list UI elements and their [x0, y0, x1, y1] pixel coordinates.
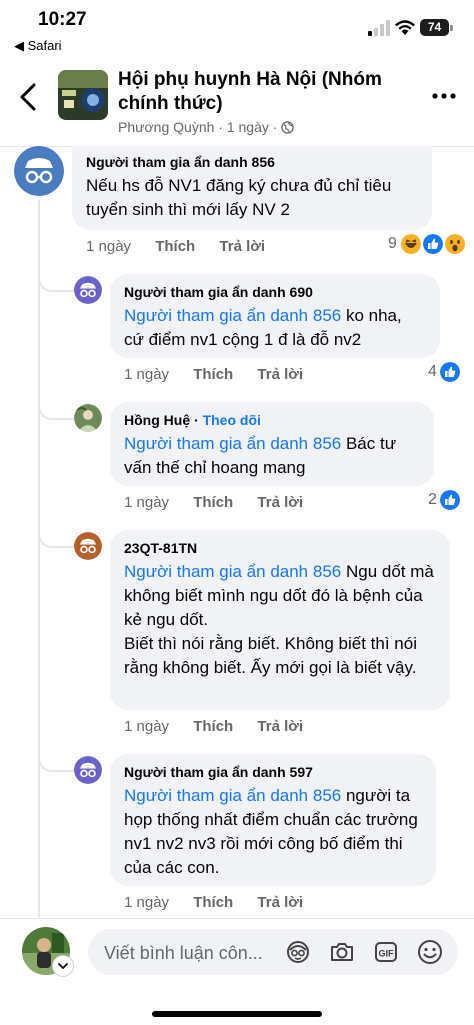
chevron-down-icon[interactable]	[52, 955, 74, 977]
mention-link[interactable]: Người tham gia ẩn danh 856	[124, 562, 341, 581]
reaction-count: 2	[428, 491, 437, 508]
like-reaction-icon	[439, 362, 460, 382]
comment-actions: 1 ngày Thích Trả lời	[124, 494, 323, 511]
post-meta: Phương Quỳnh · 1 ngày ·	[118, 119, 295, 135]
camera-icon[interactable]	[328, 938, 356, 966]
reply-action[interactable]: Trả lời	[257, 494, 303, 511]
status-time: 10:27	[38, 9, 87, 30]
like-reaction-icon	[439, 490, 460, 510]
reaction-summary[interactable]: 9	[388, 234, 465, 254]
haha-reaction-icon	[400, 234, 421, 254]
comment-bubble[interactable]: Hồng Huệ · Theo dõi Người tham gia ẩn da…	[110, 402, 434, 486]
emoji-icon[interactable]	[416, 938, 444, 966]
reaction-count: 9	[388, 235, 397, 252]
thread-connector	[38, 268, 76, 292]
anonymous-avatar[interactable]	[74, 276, 102, 304]
reply-action[interactable]: Trả lời	[219, 238, 265, 255]
mention-link[interactable]: Người tham gia ẩn danh 856	[124, 434, 341, 453]
like-action[interactable]: Thích	[193, 366, 233, 383]
like-action[interactable]: Thích	[193, 894, 233, 911]
follow-button[interactable]: Theo dõi	[203, 412, 261, 428]
comment-author[interactable]: Người tham gia ẩn danh 856	[86, 154, 418, 170]
comment-body: Người tham gia ẩn danh 856 Bác tư vấn th…	[124, 432, 420, 480]
comment-time[interactable]: 1 ngày	[124, 718, 169, 735]
comment-input[interactable]	[102, 929, 282, 977]
thread-connector	[38, 748, 76, 772]
like-action[interactable]: Thích	[155, 238, 195, 255]
comment-time[interactable]: 1 ngày	[86, 238, 131, 255]
comment-body: Người tham gia ẩn danh 856 Ngu dốt mà kh…	[124, 560, 436, 680]
comment-bubble[interactable]: Người tham gia ẩn danh 856 Nếu hs đỗ NV1…	[72, 146, 432, 230]
comment-author[interactable]: Người tham gia ẩn danh 597	[124, 764, 422, 780]
more-options-icon[interactable]	[428, 84, 460, 108]
post-header: Hội phụ huynh Hà Nội (Nhóm chính thức) P…	[0, 60, 474, 146]
reaction-summary[interactable]: 4	[428, 362, 460, 382]
comment-input-container: GIF	[88, 929, 458, 977]
thread-connector	[38, 396, 76, 420]
post-author[interactable]: Phương Quỳnh	[118, 119, 214, 135]
mention-link[interactable]: Người tham gia ẩn danh 856	[124, 786, 341, 805]
comment-composer: GIF	[0, 918, 474, 1025]
reply-action[interactable]: Trả lời	[257, 366, 303, 383]
thread-line	[38, 200, 40, 920]
comment-time[interactable]: 1 ngày	[124, 366, 169, 383]
comment-actions: 1 ngày Thích Trả lời	[86, 238, 285, 255]
comment-text: Nếu hs đỗ NV1 đăng ký chưa đủ chỉ tiêu t…	[86, 176, 392, 219]
avatar-sticker-icon[interactable]	[284, 938, 312, 966]
comment-time[interactable]: 1 ngày	[124, 894, 169, 911]
reply-action[interactable]: Trả lời	[257, 718, 303, 735]
wifi-icon	[395, 20, 415, 35]
reply-action[interactable]: Trả lời	[257, 894, 303, 911]
back-chevron-icon[interactable]	[14, 80, 42, 114]
home-indicator	[152, 1011, 322, 1017]
like-action[interactable]: Thích	[193, 494, 233, 511]
group-title[interactable]: Hội phụ huynh Hà Nội (Nhóm chính thức)	[118, 68, 408, 116]
comment-bubble[interactable]: Người tham gia ẩn danh 690 Người tham gi…	[110, 274, 440, 358]
like-action[interactable]: Thích	[193, 718, 233, 735]
status-bar: 10:27 ◀ Safari 74	[0, 0, 474, 60]
comment-actions: 1 ngày Thích Trả lời	[124, 894, 323, 911]
like-reaction-icon	[422, 234, 443, 254]
anonymous-avatar[interactable]	[74, 756, 102, 784]
comment-time[interactable]: 1 ngày	[124, 494, 169, 511]
comment-body: Người tham gia ẩn danh 856 ko nha, cứ đi…	[124, 304, 426, 352]
battery-level: 74	[420, 19, 449, 36]
cellular-signal-icon	[368, 20, 390, 36]
back-to-app-link[interactable]: ◀ Safari	[14, 38, 62, 54]
svg-text:GIF: GIF	[379, 949, 395, 959]
anonymous-avatar[interactable]	[14, 146, 64, 196]
comment-actions: 1 ngày Thích Trả lời	[124, 718, 323, 735]
comment-body: Người tham gia ẩn danh 856 người ta họp …	[124, 784, 422, 880]
group-avatar[interactable]	[58, 70, 108, 120]
globe-icon	[281, 121, 295, 134]
gif-icon[interactable]: GIF	[372, 938, 400, 966]
comment-author-row: Hồng Huệ · Theo dõi	[124, 412, 261, 428]
wow-reaction-icon	[444, 234, 465, 254]
anonymous-avatar[interactable]	[74, 532, 102, 560]
reaction-count: 4	[428, 363, 437, 380]
comment-bubble[interactable]: Người tham gia ẩn danh 597 Người tham gi…	[110, 754, 436, 886]
post-time[interactable]: 1 ngày	[227, 119, 269, 135]
comment-author[interactable]: Người tham gia ẩn danh 690	[124, 284, 426, 300]
comment-author[interactable]: Hồng Huệ	[124, 412, 190, 428]
thread-connector	[38, 524, 76, 548]
comment-bubble[interactable]: 23QT-81TN Người tham gia ẩn danh 856 Ngu…	[110, 530, 450, 710]
user-avatar[interactable]	[74, 404, 102, 432]
comment-author[interactable]: 23QT-81TN	[124, 540, 436, 556]
battery-icon: 74	[420, 19, 454, 36]
reaction-summary[interactable]: 2	[428, 490, 460, 510]
comment-actions: 1 ngày Thích Trả lời	[124, 366, 323, 383]
mention-link[interactable]: Người tham gia ẩn danh 856	[124, 306, 341, 325]
